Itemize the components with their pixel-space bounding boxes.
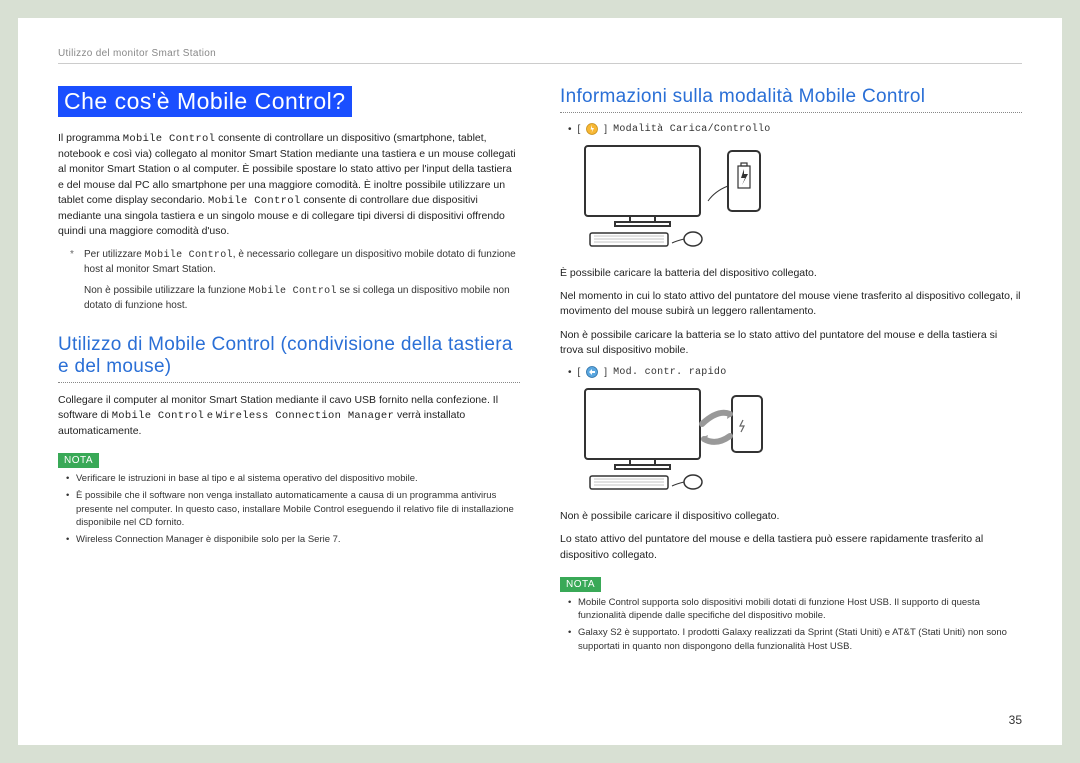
section-heading-usage: Utilizzo di Mobile Control (condivisione… [58,334,520,378]
nota-badge: NOTA [58,453,99,468]
mobile-control-term: Mobile Control [123,133,215,145]
nota-badge: NOTA [560,577,601,592]
footnotes: * Per utilizzare Mobile Control, è neces… [70,248,520,314]
mode2-text: Lo stato attivo del puntatore del mouse … [560,532,1022,562]
list-item: •Wireless Connection Manager è disponibi… [66,533,520,546]
illustration-mode1 [580,141,1022,256]
mode1-text: È possibile caricare la batteria del dis… [560,266,1022,281]
list-item: •Verificare le istruzioni in base al tip… [66,472,520,485]
nota-list-left: •Verificare le istruzioni in base al tip… [66,472,520,546]
mode-charge-control: • [ ] Modalità Carica/Controllo [568,123,1022,135]
list-item: •È possibile che il software non venga i… [66,489,520,529]
left-column: Che cos'è Mobile Control? Il programma M… [58,86,520,725]
usage-paragraph: Collegare il computer al monitor Smart S… [58,393,520,440]
page: Utilizzo del monitor Smart Station Che c… [18,18,1062,745]
footnote-item: * Per utilizzare Mobile Control, è neces… [70,248,520,278]
columns: Che cos'è Mobile Control? Il programma M… [58,86,1022,725]
intro-paragraph: Il programma Mobile Control consente di … [58,131,520,240]
dotted-divider [560,112,1022,113]
top-divider [58,63,1022,64]
section-heading-info: Informazioni sulla modalità Mobile Contr… [560,86,1022,108]
mode1-text: Non è possibile caricare la batteria se … [560,328,1022,358]
page-title: Che cos'è Mobile Control? [58,86,352,117]
breadcrumb: Utilizzo del monitor Smart Station [58,48,1022,59]
dotted-divider [58,382,520,383]
fast-control-icon [586,366,598,378]
nota-list-right: •Mobile Control supporta solo dispositiv… [568,596,1022,653]
mode2-text: Non è possibile caricare il dispositivo … [560,509,1022,524]
illustration-mode2 [580,384,1022,499]
mode1-text: Nel momento in cui lo stato attivo del p… [560,289,1022,319]
mode-fast-control: • [ ] Mod. contr. rapido [568,366,1022,378]
list-item: •Mobile Control supporta solo dispositiv… [568,596,1022,623]
list-item: •Galaxy S2 è supportato. I prodotti Gala… [568,626,1022,653]
mobile-control-term: Mobile Control [208,195,300,207]
footnote-item: Non è possibile utilizzare la funzione M… [70,284,520,314]
charge-control-icon [586,123,598,135]
right-column: Informazioni sulla modalità Mobile Contr… [560,86,1022,725]
page-number: 35 [1009,713,1022,727]
